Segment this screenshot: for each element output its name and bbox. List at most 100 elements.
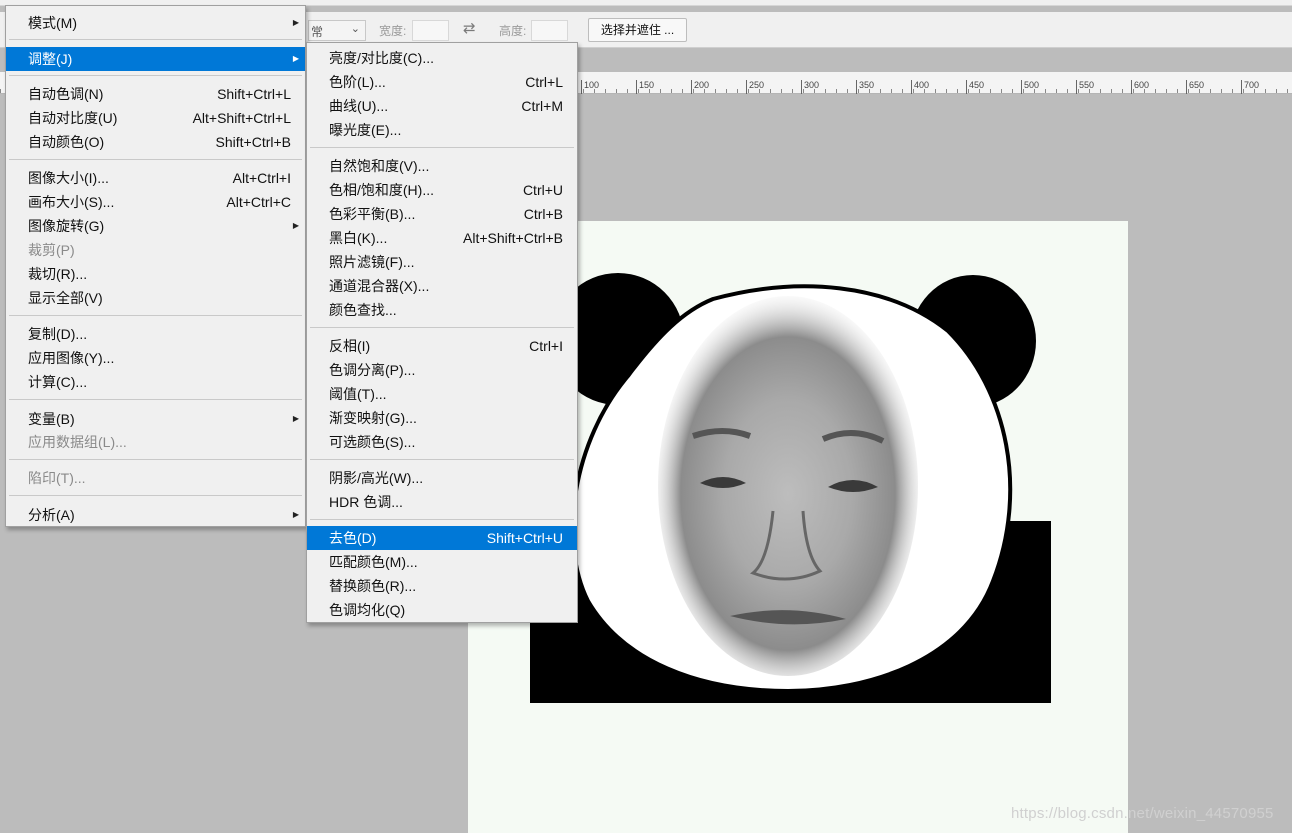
menu-item-calculations[interactable]: 计算(C)... <box>6 370 305 394</box>
menu-item-variables[interactable]: 变量(B) ▶ <box>6 407 305 431</box>
menu-item-label: 去色(D) <box>329 530 377 546</box>
style-value: 常 <box>311 25 324 39</box>
submenu-item-channel-mixer[interactable]: 通道混合器(X)... <box>307 274 577 298</box>
menu-item-label: 模式(M) <box>28 15 77 31</box>
menu-item-label: 匹配颜色(M)... <box>329 554 418 570</box>
menu-separator <box>9 459 302 460</box>
menu-item-auto-tone[interactable]: 自动色调(N) Shift+Ctrl+L <box>6 82 305 106</box>
submenu-item-color-lookup[interactable]: 颜色查找... <box>307 298 577 322</box>
menu-separator <box>9 315 302 316</box>
ruler-tick: 450 <box>966 80 984 94</box>
submenu-item-selective-color[interactable]: 可选颜色(S)... <box>307 430 577 454</box>
menu-item-shortcut: Shift+Ctrl+L <box>217 86 291 102</box>
menu-separator <box>9 159 302 160</box>
ruler-tick: 200 <box>691 80 709 94</box>
width-input[interactable] <box>412 20 449 41</box>
menu-item-label: HDR 色调... <box>329 494 403 510</box>
menu-item-trim[interactable]: 裁切(R)... <box>6 262 305 286</box>
submenu-item-invert[interactable]: 反相(I) Ctrl+I <box>307 334 577 358</box>
menu-item-adjustments[interactable]: 调整(J) ▶ <box>6 47 305 71</box>
ruler-tick: 700 <box>1241 80 1259 94</box>
menu-item-label: 色阶(L)... <box>329 74 386 90</box>
submenu-item-photo-filter[interactable]: 照片滤镜(F)... <box>307 250 577 274</box>
menu-item-label: 图像旋转(G) <box>28 218 105 234</box>
submenu-item-exposure[interactable]: 曝光度(E)... <box>307 118 577 142</box>
menu-separator <box>310 459 574 460</box>
menu-item-label: 自动色调(N) <box>28 86 104 102</box>
menu-item-shortcut: Alt+Ctrl+I <box>232 170 291 186</box>
menu-item-image-rotation[interactable]: 图像旋转(G) ▶ <box>6 214 305 238</box>
menu-item-label: 陷印(T)... <box>28 470 86 486</box>
menu-item-label: 替换颜色(R)... <box>329 578 417 594</box>
submenu-item-hdr-toning[interactable]: HDR 色调... <box>307 490 577 514</box>
submenu-item-brightness-contrast[interactable]: 亮度/对比度(C)... <box>307 46 577 70</box>
menu-item-label: 色相/饱和度(H)... <box>329 182 434 198</box>
menu-item-shortcut: Alt+Shift+Ctrl+L <box>192 110 291 126</box>
height-label: 高度: <box>499 24 527 38</box>
chevron-down-icon: ⌄ <box>350 23 360 35</box>
menu-item-label: 变量(B) <box>28 411 75 427</box>
chevron-right-icon: ▶ <box>292 414 299 423</box>
menu-item-shortcut: Ctrl+B <box>523 206 563 222</box>
submenu-item-color-balance[interactable]: 色彩平衡(B)... Ctrl+B <box>307 202 577 226</box>
menu-item-label: 复制(D)... <box>28 326 88 342</box>
menu-separator <box>9 399 302 400</box>
submenu-item-levels[interactable]: 色阶(L)... Ctrl+L <box>307 70 577 94</box>
submenu-item-desaturate[interactable]: 去色(D) Shift+Ctrl+U <box>307 526 577 550</box>
submenu-item-hue-saturation[interactable]: 色相/饱和度(H)... Ctrl+U <box>307 178 577 202</box>
menu-item-label: 色调均化(Q) <box>329 602 406 618</box>
menu-item-label: 可选颜色(S)... <box>329 434 416 450</box>
submenu-item-posterize[interactable]: 色调分离(P)... <box>307 358 577 382</box>
menu-item-label: 颜色查找... <box>329 302 397 318</box>
style-dropdown[interactable]: 常 ⌄ <box>308 20 366 41</box>
menu-item-label: 裁剪(P) <box>28 242 75 258</box>
menu-item-shortcut: Ctrl+M <box>521 98 563 114</box>
menu-item-mode[interactable]: 模式(M) ▶ <box>6 11 305 35</box>
ruler-tick: 150 <box>636 80 654 94</box>
menu-item-label: 通道混合器(X)... <box>329 278 430 294</box>
menu-item-label: 反相(I) <box>329 338 371 354</box>
ruler-tick: 100 <box>581 80 599 94</box>
menu-item-label: 调整(J) <box>28 51 73 67</box>
submenu-item-curves[interactable]: 曲线(U)... Ctrl+M <box>307 94 577 118</box>
menu-item-crop: 裁剪(P) <box>6 238 305 262</box>
submenu-item-gradient-map[interactable]: 渐变映射(G)... <box>307 406 577 430</box>
submenu-item-black-white[interactable]: 黑白(K)... Alt+Shift+Ctrl+B <box>307 226 577 250</box>
submenu-item-match-color[interactable]: 匹配颜色(M)... <box>307 550 577 574</box>
menu-item-label: 自动对比度(U) <box>28 110 118 126</box>
submenu-item-threshold[interactable]: 阈值(T)... <box>307 382 577 406</box>
menu-item-label: 分析(A) <box>28 507 75 523</box>
menu-separator <box>310 327 574 328</box>
menu-item-label: 亮度/对比度(C)... <box>329 50 434 66</box>
menu-item-shortcut: Alt+Shift+Ctrl+B <box>463 230 563 246</box>
menu-item-canvas-size[interactable]: 画布大小(S)... Alt+Ctrl+C <box>6 190 305 214</box>
menu-item-duplicate[interactable]: 复制(D)... <box>6 322 305 346</box>
menu-item-label: 黑白(K)... <box>329 230 388 246</box>
menu-item-label: 阈值(T)... <box>329 386 387 402</box>
menu-item-shortcut: Shift+Ctrl+B <box>215 134 291 150</box>
submenu-item-vibrance[interactable]: 自然饱和度(V)... <box>307 154 577 178</box>
menu-item-label: 照片滤镜(F)... <box>329 254 415 270</box>
menu-item-label: 渐变映射(G)... <box>329 410 417 426</box>
adjustments-submenu: 亮度/对比度(C)... 色阶(L)... Ctrl+L 曲线(U)... Ct… <box>306 42 578 623</box>
menu-item-auto-contrast[interactable]: 自动对比度(U) Alt+Shift+Ctrl+L <box>6 106 305 130</box>
submenu-item-equalize[interactable]: 色调均化(Q) <box>307 598 577 622</box>
submenu-item-shadows-highlights[interactable]: 阴影/高光(W)... <box>307 466 577 490</box>
menu-item-apply-image[interactable]: 应用图像(Y)... <box>6 346 305 370</box>
menu-item-analysis[interactable]: 分析(A) ▶ <box>6 503 305 527</box>
height-input[interactable] <box>531 20 568 41</box>
menu-item-reveal-all[interactable]: 显示全部(V) <box>6 286 305 310</box>
width-label: 宽度: <box>379 24 407 38</box>
chevron-right-icon: ▶ <box>292 18 299 27</box>
ruler-tick: 600 <box>1131 80 1149 94</box>
swap-icon[interactable]: ⇄ <box>463 19 476 37</box>
menu-item-auto-color[interactable]: 自动颜色(O) Shift+Ctrl+B <box>6 130 305 154</box>
menu-item-label: 色调分离(P)... <box>329 362 416 378</box>
submenu-item-replace-color[interactable]: 替换颜色(R)... <box>307 574 577 598</box>
menu-item-image-size[interactable]: 图像大小(I)... Alt+Ctrl+I <box>6 166 305 190</box>
menu-separator <box>310 519 574 520</box>
ruler-tick: 400 <box>911 80 929 94</box>
menu-item-label: 自然饱和度(V)... <box>329 158 430 174</box>
select-and-mask-button[interactable]: 选择并遮住 ... <box>588 18 687 42</box>
menu-item-label: 画布大小(S)... <box>28 194 115 210</box>
